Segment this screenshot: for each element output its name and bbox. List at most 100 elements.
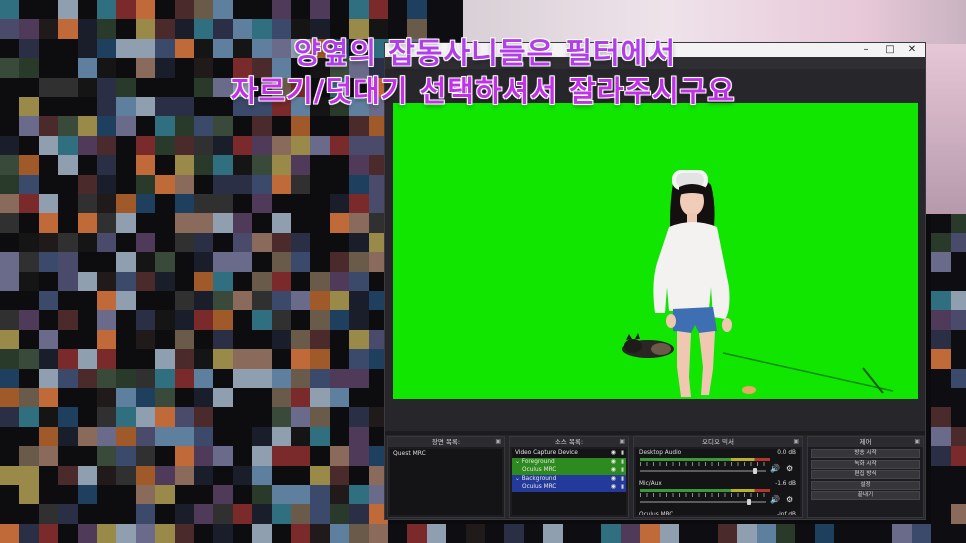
mosaic-tile — [931, 368, 952, 389]
dock-float-icon[interactable]: ▣ — [495, 437, 501, 447]
mosaic-tile — [329, 213, 350, 234]
mosaic-tile — [213, 523, 234, 543]
start-streaming-button[interactable]: 방송 시작 — [811, 449, 920, 458]
dock-float-icon[interactable]: ▣ — [914, 437, 920, 447]
visibility-eye-icon[interactable]: ◉ — [611, 483, 616, 492]
mosaic-tile — [135, 504, 156, 525]
mosaic-tile — [19, 310, 40, 331]
mosaic-tile — [252, 485, 273, 505]
mosaic-tile — [174, 329, 195, 350]
gear-icon[interactable]: ⚙ — [786, 464, 793, 473]
mosaic-tile — [38, 252, 59, 273]
volume-slider-handle[interactable] — [747, 499, 752, 505]
source-item[interactable]: ⌄ Background ◉ ▮ — [512, 474, 626, 484]
lock-icon[interactable]: ▮ — [621, 483, 624, 492]
mosaic-tile — [155, 310, 176, 331]
lock-icon[interactable]: ▮ — [621, 466, 624, 475]
mosaic-tile — [232, 465, 253, 486]
mosaic-tile — [310, 523, 331, 543]
mosaic-tile — [0, 0, 20, 20]
mosaic-tile — [38, 135, 59, 156]
mosaic-tile — [135, 368, 156, 389]
mosaic-tile — [58, 523, 79, 543]
mosaic-tile — [232, 252, 253, 273]
mosaic-tile — [310, 485, 331, 505]
mosaic-tile — [38, 155, 59, 176]
mosaic-tile — [388, 523, 408, 543]
mosaic-tile — [271, 310, 292, 331]
mosaic-tile — [135, 349, 156, 370]
volume-slider-handle[interactable] — [753, 468, 758, 474]
speaker-icon[interactable]: 🔊 — [770, 495, 780, 504]
mosaic-tile — [135, 446, 156, 467]
mosaic-tile — [950, 465, 966, 486]
expand-chevron-icon[interactable]: ⌄ — [515, 476, 522, 482]
mosaic-tile — [77, 232, 98, 253]
gear-icon[interactable]: ⚙ — [786, 495, 793, 504]
mosaic-tile — [38, 194, 59, 214]
mosaic-tile — [291, 213, 311, 234]
mosaic-tile — [0, 310, 20, 331]
mosaic-tile — [135, 174, 156, 195]
mosaic-tile — [97, 368, 117, 389]
visibility-eye-icon[interactable]: ◉ — [611, 449, 616, 458]
screenshot-stage: – □ ✕ 장면 목록: ▣ Quest MRC 소스 목록: ▣ Video … — [0, 0, 966, 543]
mosaic-tile — [97, 465, 117, 486]
mosaic-tile — [271, 213, 292, 234]
dock-separator[interactable] — [385, 431, 925, 435]
mosaic-tile — [135, 329, 156, 350]
expand-chevron-icon[interactable]: ⌄ — [515, 459, 522, 465]
lock-icon[interactable]: ▮ — [621, 475, 624, 484]
mosaic-tile — [116, 504, 137, 525]
volume-slider[interactable] — [640, 470, 766, 472]
scene-item[interactable]: Quest MRC — [390, 449, 502, 458]
mosaic-tile — [0, 116, 20, 137]
mosaic-tile — [349, 194, 370, 214]
mosaic-tile — [155, 0, 176, 20]
settings-button[interactable]: 설정 — [811, 480, 920, 490]
mosaic-tile — [155, 174, 176, 195]
program-preview[interactable] — [393, 103, 918, 399]
mixer-channel: Desktop Audio 0.0 dB 🔊 ⚙ — [636, 449, 800, 480]
mosaic-tile — [97, 155, 117, 176]
mosaic-tile — [232, 388, 253, 408]
exit-button[interactable]: 끝내기 — [811, 491, 920, 501]
mosaic-tile — [271, 271, 292, 292]
person-figure — [653, 170, 732, 397]
source-item[interactable]: Oculus MRC ◉ ▮ — [512, 483, 626, 492]
source-item[interactable]: Video Capture Device ◉ ▮ — [512, 449, 626, 458]
mosaic-tile — [310, 116, 331, 137]
mosaic-tile — [116, 135, 137, 156]
mosaic-tile — [931, 407, 952, 428]
mosaic-tile — [116, 349, 137, 370]
speaker-icon[interactable]: 🔊 — [770, 464, 780, 473]
mosaic-tile — [174, 252, 195, 273]
dock-float-icon[interactable]: ▣ — [619, 437, 625, 447]
mosaic-tile — [950, 291, 966, 311]
start-recording-button[interactable]: 녹화 시작 — [811, 459, 920, 469]
lock-icon[interactable]: ▮ — [621, 449, 624, 458]
mosaic-tile — [349, 0, 370, 20]
studio-mode-button[interactable]: 편집 방식 — [811, 470, 920, 480]
visibility-eye-icon[interactable]: ◉ — [611, 458, 616, 467]
dock-float-icon[interactable]: ▣ — [793, 437, 799, 447]
mosaic-tile — [232, 135, 253, 156]
lock-icon[interactable]: ▮ — [621, 458, 624, 467]
source-item[interactable]: Oculus MRC ◉ ▮ — [512, 466, 626, 475]
mosaic-tile — [310, 407, 331, 428]
source-item[interactable]: ⌄ Foreground ◉ ▮ — [512, 457, 626, 467]
mosaic-tile — [271, 485, 292, 505]
mosaic-tile — [135, 485, 156, 505]
mosaic-tile — [931, 388, 952, 408]
mosaic-tile — [368, 0, 389, 20]
mosaic-tile — [232, 291, 253, 311]
mosaic-tile — [77, 213, 98, 234]
mosaic-tile — [232, 310, 253, 331]
mosaic-tile — [834, 523, 855, 543]
mosaic-tile — [950, 213, 966, 234]
mosaic-tile — [58, 271, 79, 292]
visibility-eye-icon[interactable]: ◉ — [611, 475, 616, 484]
mosaic-tile — [38, 465, 59, 486]
mosaic-tile — [310, 271, 331, 292]
visibility-eye-icon[interactable]: ◉ — [611, 466, 616, 475]
